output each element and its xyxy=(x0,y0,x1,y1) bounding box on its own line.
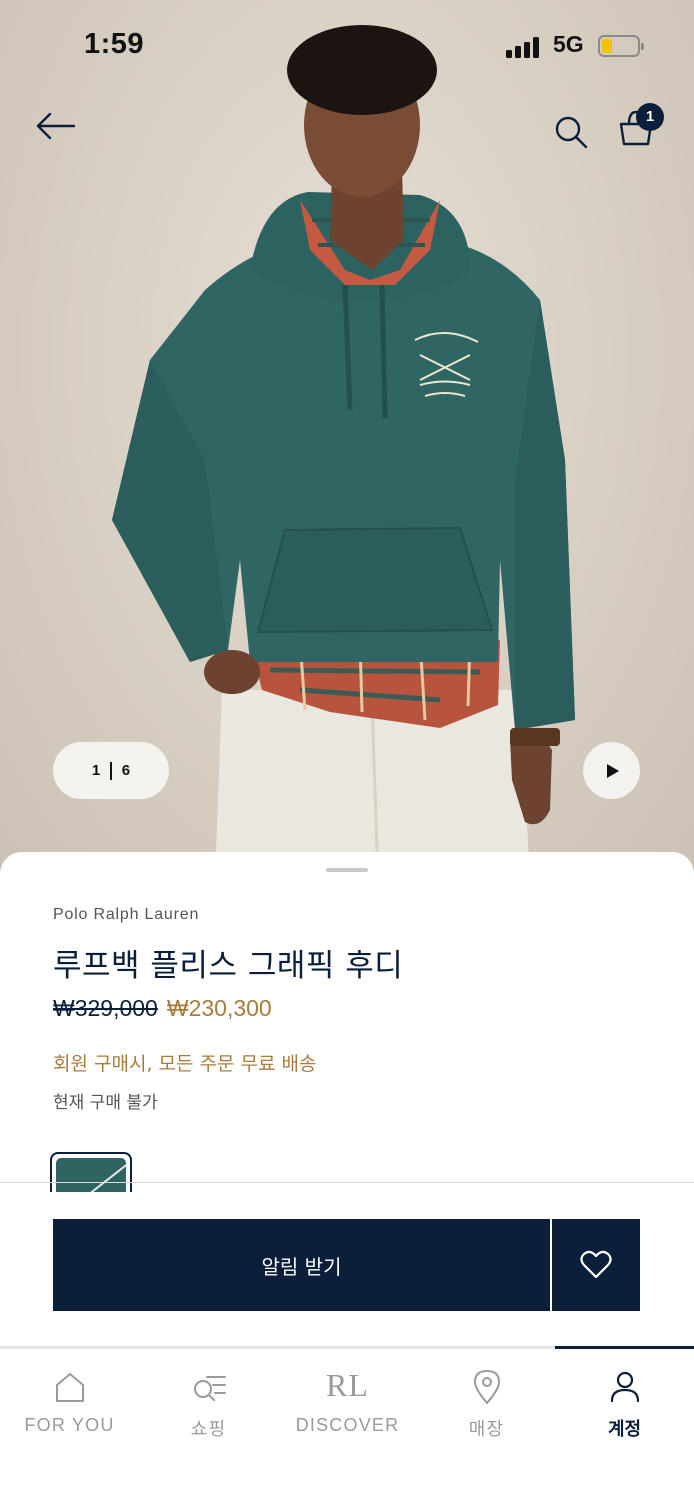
search-icon xyxy=(555,116,588,149)
cart-count-badge: 1 xyxy=(636,103,664,131)
home-icon xyxy=(55,1373,84,1402)
battery-icon xyxy=(598,35,644,57)
gallery-current: 1 xyxy=(91,762,101,779)
notify-me-button[interactable]: 알림 받기 xyxy=(53,1219,550,1311)
search-button[interactable] xyxy=(551,112,591,152)
gallery-total: 6 xyxy=(121,762,131,779)
wishlist-button[interactable] xyxy=(552,1219,640,1311)
price-row: ₩329,000 ₩230,300 xyxy=(53,995,272,1022)
sale-price: ₩230,300 xyxy=(166,995,272,1021)
tab-for-you[interactable]: FOR YOU xyxy=(0,1349,139,1459)
product-info-sheet: Polo Ralph Lauren 루프백 플리스 그래픽 후디 ₩329,00… xyxy=(0,852,694,1192)
divider xyxy=(0,1182,694,1183)
shop-search-icon xyxy=(193,1376,226,1401)
gallery-pager: 1 6 xyxy=(53,742,169,799)
rl-logo-icon: RL xyxy=(326,1367,369,1403)
color-swatch[interactable] xyxy=(50,1152,132,1192)
play-icon xyxy=(606,763,619,778)
tab-label: 계정 xyxy=(607,1419,642,1439)
play-video-button[interactable] xyxy=(583,742,640,799)
product-title: 루프백 플리스 그래픽 후디 xyxy=(53,948,404,984)
status-bar: 1:59 5G xyxy=(0,0,694,92)
heart-icon xyxy=(580,1250,612,1279)
tab-account[interactable]: 계정 xyxy=(555,1349,694,1459)
tab-label: FOR YOU xyxy=(24,1415,115,1435)
status-time: 1:59 xyxy=(84,28,145,60)
tab-label: DISCOVER xyxy=(295,1415,400,1435)
promo-text: 회원 구매시, 모든 주문 무료 배송 xyxy=(53,1053,317,1075)
person-icon xyxy=(610,1371,639,1403)
tab-label: 매장 xyxy=(468,1419,505,1439)
original-price: ₩329,000 xyxy=(53,995,158,1021)
tab-stores[interactable]: 매장 xyxy=(417,1349,556,1459)
location-pin-icon xyxy=(473,1369,500,1405)
sheet-grabber[interactable] xyxy=(326,868,368,872)
network-type: 5G xyxy=(553,31,584,57)
tab-discover[interactable]: RL DISCOVER xyxy=(278,1349,417,1459)
swatch-color-fill xyxy=(56,1158,126,1192)
back-button[interactable] xyxy=(30,106,80,146)
pager-separator xyxy=(110,761,112,780)
arrow-left-icon xyxy=(36,112,76,140)
product-brand: Polo Ralph Lauren xyxy=(53,906,200,923)
signal-strength-icon xyxy=(506,36,542,58)
availability-status: 현재 구매 불가 xyxy=(53,1093,158,1113)
tab-shopping[interactable]: 쇼핑 xyxy=(139,1349,278,1459)
tab-label: 쇼핑 xyxy=(190,1419,227,1439)
bottom-tab-bar: FOR YOU 쇼핑 RL DISCOVER 매장 계정 xyxy=(0,1346,694,1500)
product-image[interactable]: 1:59 5G 1 1 6 xyxy=(0,0,694,880)
